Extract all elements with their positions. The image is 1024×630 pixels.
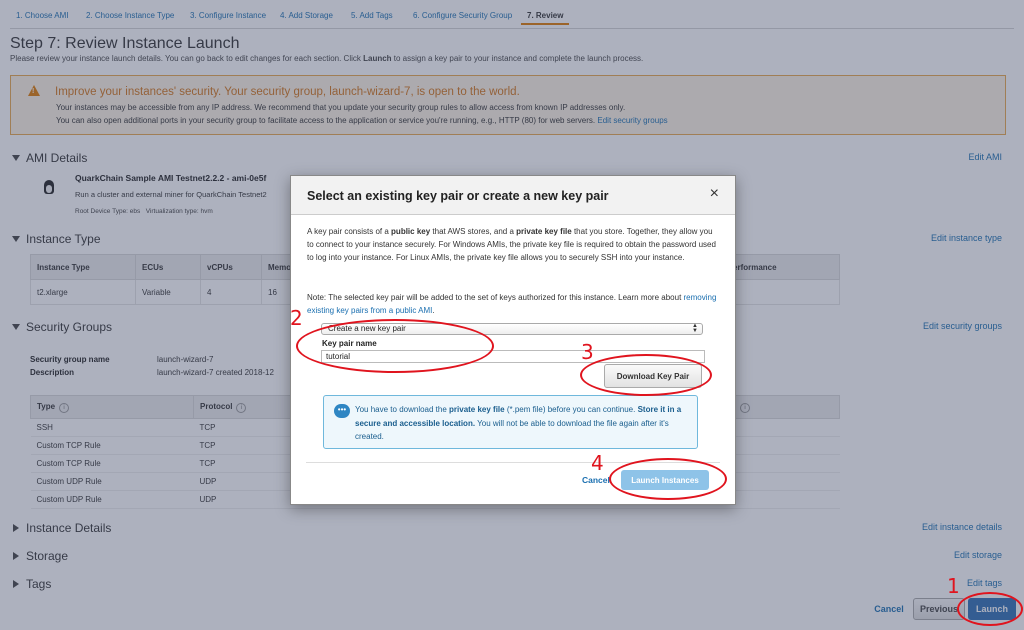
annotation-circle-2: [296, 319, 494, 373]
annotation-circle-4: [609, 458, 727, 500]
download-info-box: ••• You have to download the private key…: [323, 395, 698, 449]
select-arrows-icon: ▲ ▼: [692, 323, 698, 334]
annotation-number-3: 3: [581, 340, 594, 364]
annotation-circle-3: [580, 354, 712, 396]
dialog-cancel-button[interactable]: Cancel: [582, 475, 610, 485]
dialog-title: Select an existing key pair or create a …: [307, 189, 609, 203]
dialog-note: Note: The selected key pair will be adde…: [307, 293, 717, 315]
annotation-number-4: 4: [591, 451, 604, 475]
dialog-description: A key pair consists of a public key that…: [307, 227, 716, 262]
info-bubble-icon: •••: [334, 404, 350, 418]
close-icon[interactable]: ×: [710, 186, 719, 202]
annotation-number-1: 1: [947, 574, 960, 598]
annotation-number-2: 2: [290, 306, 303, 330]
download-info-text: You have to download the private key fil…: [355, 405, 682, 441]
annotation-circle-1: [957, 592, 1023, 626]
dialog-header: Select an existing key pair or create a …: [291, 176, 735, 215]
